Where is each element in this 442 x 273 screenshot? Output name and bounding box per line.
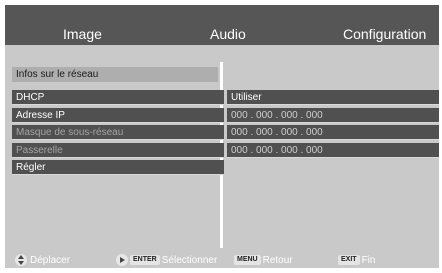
value-gateway: 000 . 000 . 000 . 000 [227, 143, 439, 158]
updown-nav-icon [15, 254, 27, 267]
value-ip-address: 000 . 000 . 000 . 000 [227, 108, 439, 123]
menu-tab-bar: Image Audio Configuration [5, 5, 439, 45]
footer-move: Déplacer [15, 253, 70, 268]
menu-item-gateway: Passerelle [12, 143, 224, 158]
menu-item-ip-address[interactable]: Adresse IP [12, 108, 224, 123]
footer-end-label: Fin [361, 255, 376, 266]
exit-key-icon: EXIT [338, 255, 360, 266]
value-subnet-mask: 000 . 000 . 000 . 000 [227, 125, 439, 140]
menu-key-icon: MENU [234, 255, 261, 266]
right-arrow-icon [116, 254, 128, 267]
tab-configuration[interactable]: Configuration [343, 24, 439, 44]
enter-key-icon: ENTER [130, 255, 160, 266]
section-title-network-info: Infos sur le réseau [12, 67, 218, 82]
footer-move-label: Déplacer [30, 255, 71, 266]
tab-audio[interactable]: Audio [210, 24, 270, 44]
menu-item-set[interactable]: Régler [12, 160, 224, 175]
menu-item-subnet-mask: Masque de sous-réseau [12, 125, 224, 140]
tab-image[interactable]: Image [63, 24, 123, 44]
footer-back-label: Retour [262, 255, 293, 266]
value-dhcp[interactable]: Utiliser [227, 90, 439, 105]
menu-item-dhcp[interactable]: DHCP [12, 90, 224, 105]
footer-end: EXIT Fin [338, 253, 375, 268]
footer-select-label: Sélectionner [161, 255, 218, 266]
footer-select: ENTER Sélectionner [116, 253, 217, 268]
footer-help-bar: Déplacer ENTER Sélectionner MENU Retour EX… [5, 253, 439, 268]
footer-back: MENU Retour [234, 253, 293, 268]
